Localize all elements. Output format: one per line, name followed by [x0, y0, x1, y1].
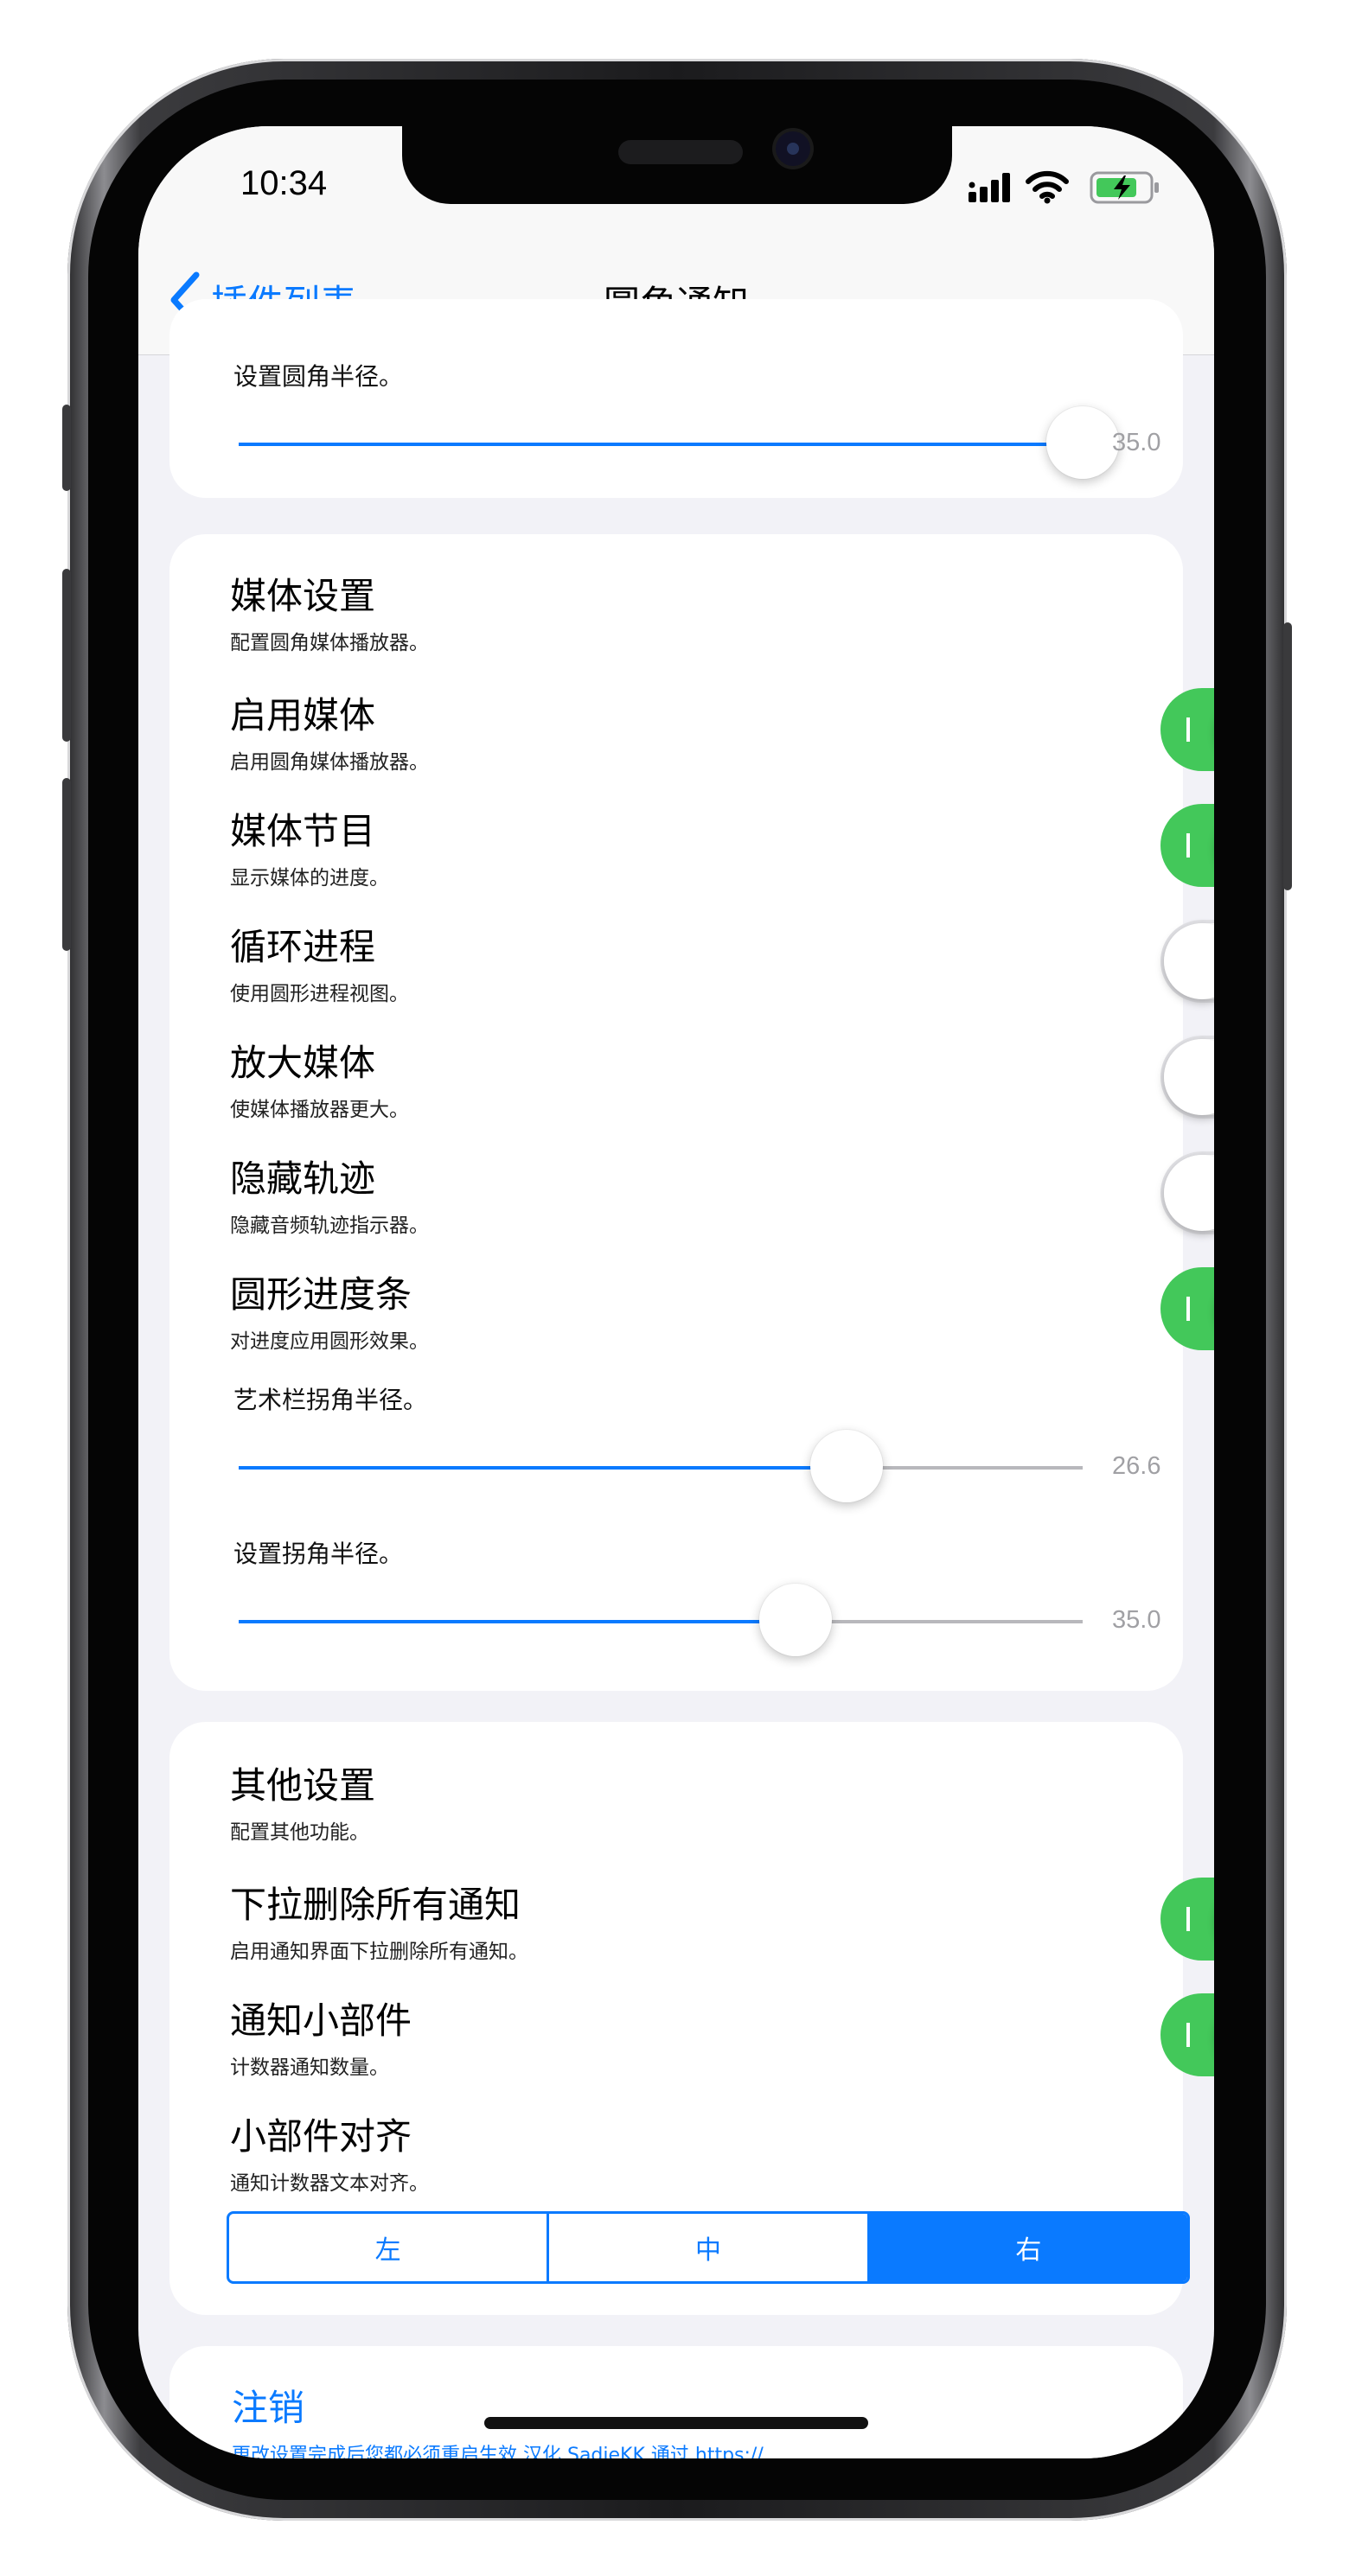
section-title: 其他设置 [230, 1764, 376, 1807]
corner-radius-label: 设置圆角半径。 [233, 362, 404, 391]
section-subtitle: 配置圆角媒体播放器。 [230, 632, 429, 654]
setting-title-hide-track: 隐藏轨迹 [230, 1157, 376, 1200]
setting-subtitle-enable-media: 启用圆角媒体播放器。 [230, 751, 429, 774]
setting-subtitle-media-progress: 显示媒体的进度。 [230, 867, 389, 889]
setting-title-circular-progress: 循环进程 [230, 926, 376, 968]
status-time: 10:34 [240, 164, 328, 202]
logout-card: 注销 更改设置完成后您都必须重启生效 汉化 SadieKK 通过 https:/… [169, 2346, 1183, 2458]
notch [402, 126, 952, 204]
setting-title-widget-alignment: 小部件对齐 [230, 2115, 412, 2158]
earpiece-speaker [618, 140, 743, 164]
artwork-radius-slider[interactable] [239, 1430, 1083, 1502]
toggle-circular-progress[interactable] [1160, 920, 1214, 1003]
slider-fill [239, 443, 1083, 446]
section-title: 媒体设置 [230, 575, 376, 617]
toggle-hide-track[interactable] [1160, 1151, 1214, 1234]
setting-subtitle-round-progress-bar: 对进度应用圆形效果。 [230, 1330, 429, 1353]
segment-right[interactable]: 右 [869, 2214, 1187, 2281]
setting-title-notification-widget: 通知小部件 [230, 1999, 412, 2042]
other-settings-card: 其他设置 配置其他功能。 下拉删除所有通知 启用通知界面下拉删除所有通知。 通知… [169, 1722, 1214, 2315]
slider-thumb[interactable] [809, 1430, 883, 1502]
slider-value: 35.0 [1112, 1606, 1161, 1634]
slider-value: 26.6 [1112, 1452, 1161, 1480]
section-subtitle: 配置其他功能。 [230, 1821, 369, 1844]
toggle-notification-widget[interactable] [1160, 1993, 1214, 2076]
toggle-knob [1164, 923, 1214, 999]
toggle-media-progress[interactable] [1160, 804, 1214, 887]
segment-center[interactable]: 中 [549, 2214, 870, 2281]
battery-charging-icon [1090, 171, 1159, 204]
corner-radius-label-2: 设置拐角半径。 [233, 1540, 404, 1568]
volume-down-button [62, 778, 71, 951]
media-settings-card: 媒体设置 配置圆角媒体播放器。 启用媒体 启用圆角媒体播放器。 媒体节目 显示媒… [169, 534, 1214, 1691]
setting-title-enable-media: 启用媒体 [230, 694, 376, 736]
setting-subtitle-circular-progress: 使用圆形进程视图。 [230, 983, 409, 1005]
toggle-enable-media[interactable] [1160, 688, 1214, 771]
toggle-swipe-clear-all[interactable] [1160, 1878, 1214, 1961]
signal-icon [969, 173, 1010, 202]
slider-value: 35.0 [1112, 429, 1161, 456]
corner-radius-card: 设置圆角半径。 35.0 [169, 299, 1183, 498]
setting-title-media-progress: 媒体节目 [230, 810, 376, 852]
setting-subtitle-swipe-clear-all: 启用通知界面下拉删除所有通知。 [230, 1941, 528, 1963]
toggle-round-progress-bar[interactable] [1160, 1267, 1214, 1350]
toggle-knob [1164, 1155, 1214, 1231]
slider-thumb[interactable] [759, 1584, 833, 1656]
toggle-enlarge-media[interactable] [1160, 1036, 1214, 1119]
toggle-knob [1164, 1039, 1214, 1115]
artwork-radius-label: 艺术栏拐角半径。 [233, 1386, 428, 1414]
corner-radius-slider[interactable] [239, 406, 1119, 479]
screen: 10:34 插件列表 圆角通知 [138, 126, 1214, 2458]
slider-thumb[interactable] [1046, 406, 1119, 479]
setting-subtitle-enlarge-media: 使媒体播放器更大。 [230, 1099, 409, 1121]
volume-up-button [62, 569, 71, 742]
power-button [1283, 622, 1292, 890]
setting-title-swipe-clear-all: 下拉删除所有通知 [230, 1884, 521, 1926]
slider-fill [239, 1620, 796, 1623]
corner-radius-slider-2[interactable] [239, 1584, 1083, 1656]
setting-subtitle-hide-track: 隐藏音频轨迹指示器。 [230, 1215, 429, 1237]
setting-subtitle-widget-alignment: 通知计数器文本对齐。 [230, 2172, 429, 2195]
home-indicator [484, 2417, 868, 2429]
segment-left[interactable]: 左 [229, 2214, 550, 2281]
slider-fill [239, 1466, 847, 1470]
logout-button[interactable]: 注销 [232, 2379, 304, 2432]
setting-subtitle-notification-widget: 计数器通知数量。 [230, 2056, 389, 2079]
alignment-control-wrapper: 左 中 右 [138, 2211, 1214, 2289]
silent-switch [62, 405, 71, 491]
logout-note: 更改设置完成后您都必须重启生效 汉化 SadieKK 通过 https://..… [232, 2445, 782, 2458]
wifi-icon [1026, 170, 1069, 204]
alignment-segmented-control: 左 中 右 [227, 2211, 1190, 2284]
front-camera [776, 131, 810, 166]
setting-title-round-progress-bar: 圆形进度条 [230, 1273, 412, 1316]
setting-title-enlarge-media: 放大媒体 [230, 1042, 376, 1084]
